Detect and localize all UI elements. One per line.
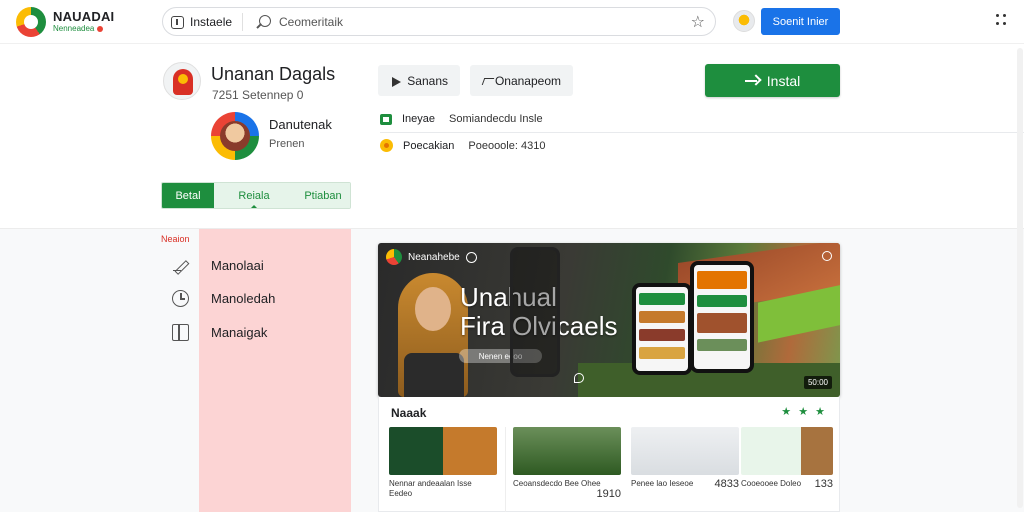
more-options-icon[interactable] — [996, 14, 1008, 26]
banner-counter: 50:00 — [803, 376, 832, 389]
card-number: 133 — [814, 478, 833, 490]
compare-button[interactable]: Onanapeom — [470, 65, 573, 96]
tab-permissions[interactable]: Ptiaban — [294, 183, 350, 208]
card-divider — [505, 427, 506, 512]
card-text: Cooeooee Doleo 133 — [741, 478, 833, 490]
developer-avatar[interactable] — [211, 112, 259, 160]
card-number: 4833 — [714, 478, 739, 490]
card-text: Nennar andeaalan Isse Eedeo — [389, 479, 497, 499]
share-button[interactable]: Sanans — [378, 65, 460, 96]
brand-subtitle: Nenneadea — [53, 24, 104, 33]
sidebar-item-label: Manolaai — [211, 258, 264, 273]
info-row-price: Poecakian Poeooole: 4310 — [380, 139, 545, 152]
page-scrollbar[interactable] — [1017, 48, 1023, 508]
rating-stars: ★ ★ ★ — [781, 406, 827, 418]
brand-dot-icon — [97, 25, 104, 32]
card-thumbnail — [741, 427, 833, 475]
phone-outline-graphic — [510, 247, 560, 377]
pencil-icon — [172, 257, 189, 274]
info-value: Somiandecdu Insle — [449, 113, 543, 125]
card-thumbnail — [513, 427, 621, 475]
search-input[interactable]: Ceomeritaik — [279, 15, 343, 29]
shield-icon — [574, 373, 584, 383]
tab-details[interactable]: Betal — [162, 183, 214, 208]
feature-banner[interactable]: Neanahebe Unahual Fira Olvicaels Nenen e… — [378, 243, 840, 397]
sidebar-item-label: Manoledah — [211, 291, 276, 306]
related-card[interactable]: Ceoansdecdo Bee Ohee 1910 — [513, 427, 621, 512]
account-avatar[interactable] — [733, 10, 755, 32]
card-title: Ceoansdecdo Bee Ohee — [513, 479, 601, 488]
info-key: Poecakian — [403, 139, 455, 152]
sidebar-label: Neaion — [161, 234, 190, 244]
related-card[interactable]: Nennar andeaalan Isse Eedeo — [389, 427, 497, 512]
nav-button[interactable]: Instaele — [171, 13, 244, 31]
share-icon — [390, 75, 402, 87]
card-text: Ceoansdecdo Bee Ohee 1910 — [513, 479, 621, 500]
install-arrow-icon — [744, 76, 759, 86]
flag-icon — [380, 113, 392, 125]
coin-icon — [380, 139, 393, 152]
search-icon — [259, 15, 271, 27]
card-title: Cooeooee Doleo — [741, 479, 802, 488]
developer-name[interactable]: Danutenak — [269, 117, 332, 132]
tab-bar: Betal Reiala Ptiaban — [161, 182, 351, 209]
banner-channel-name: Neanahebe — [408, 251, 460, 263]
nav-button-label: Instaele — [190, 15, 233, 29]
sidebar-item-3[interactable]: Manaigak — [172, 324, 267, 341]
sidebar-item-label: Manaigak — [211, 325, 268, 340]
sidebar-item-2[interactable]: Manoledah — [172, 290, 275, 307]
card-title: Penee lao Ieseoe — [631, 479, 694, 488]
banner-search-icon[interactable] — [822, 251, 832, 261]
app-meta: 7251 Setennep 0 — [212, 88, 304, 102]
forward-arrow-icon — [482, 75, 488, 87]
related-card[interactable]: Cooeooee Doleo 133 — [741, 427, 833, 512]
related-title: Naaak — [391, 406, 427, 420]
compare-button-label: Onanapeom — [494, 73, 561, 88]
clock-icon — [172, 290, 189, 307]
info-value: Poeooole: 4310 — [468, 139, 546, 152]
apps-icon — [171, 15, 184, 29]
card-number: 1910 — [596, 488, 621, 500]
divider — [380, 132, 1024, 133]
signin-button[interactable]: Soenit Inier — [761, 8, 840, 35]
related-section: Naaak ★ ★ ★ Nennar andeaalan Isse Eedeo … — [378, 397, 840, 512]
brand-name[interactable]: NAUADAI — [53, 9, 114, 24]
related-card[interactable]: Penee lao Ieseoe 4833 — [631, 427, 739, 512]
sidebar-item-1[interactable]: Manolaai — [172, 257, 264, 274]
info-key: Ineyae — [402, 113, 436, 125]
app-icon — [163, 62, 201, 100]
developer-subtitle: Prenen — [269, 138, 305, 150]
book-icon — [172, 324, 189, 341]
tab-reviews[interactable]: Reiala — [214, 183, 294, 208]
brand-logo-icon[interactable] — [16, 7, 46, 37]
banner-channel: Neanahebe — [386, 249, 477, 265]
card-text: Penee lao Ieseoe 4833 — [631, 478, 739, 490]
brand-subtitle-text: Nenneadea — [53, 24, 95, 33]
phone-screenshot-1 — [632, 283, 692, 375]
top-bar: NAUADAI Nenneadea Instaele Ceomeritaik ☆… — [0, 0, 1024, 44]
verified-icon — [465, 251, 477, 263]
install-button[interactable]: Instal — [705, 64, 840, 97]
app-title: Unanan Dagals — [211, 64, 336, 84]
search-bar[interactable]: Instaele Ceomeritaik ☆ — [162, 7, 716, 36]
star-icon[interactable]: ☆ — [691, 12, 705, 32]
install-button-label: Instal — [766, 72, 801, 89]
card-thumbnail — [631, 427, 739, 475]
card-title: Nennar andeaalan Isse Eedeo — [389, 479, 472, 498]
share-button-label: Sanans — [407, 73, 448, 88]
channel-logo-icon — [386, 249, 402, 265]
card-thumbnail — [389, 427, 497, 475]
info-row-type: Ineyae Somiandecdu Insle — [380, 113, 543, 125]
phone-screenshot-2 — [690, 261, 754, 373]
